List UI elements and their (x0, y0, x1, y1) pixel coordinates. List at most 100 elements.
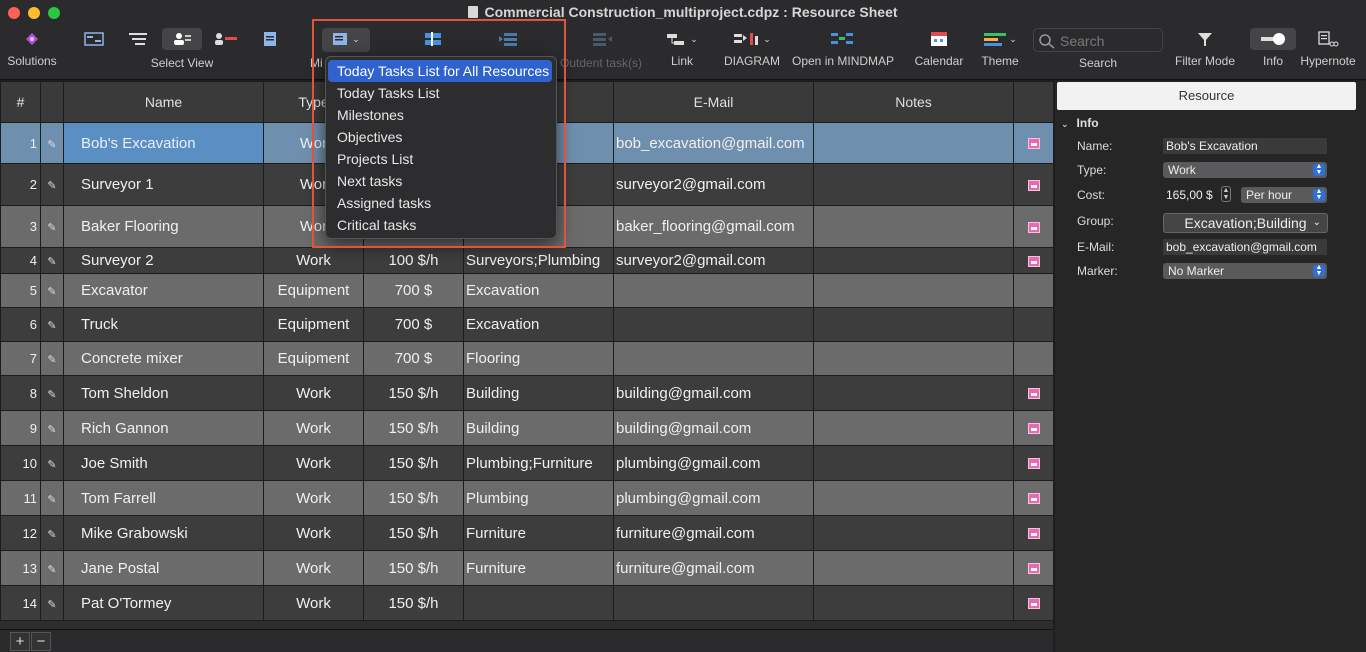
table-row[interactable]: 10 ✎ Joe Smith Work 150 $/h Plumbing;Furnitur… (0, 445, 1053, 481)
cell-cost[interactable]: 150 $/h (363, 410, 464, 446)
cell-cost[interactable]: 150 $/h (363, 480, 464, 516)
cell-calendar[interactable] (1013, 375, 1053, 411)
cell-group[interactable] (463, 585, 614, 621)
diagram-button[interactable]: ⌄ DIAGRAM (724, 28, 780, 72)
cell-indicator[interactable]: ✎ (40, 163, 64, 206)
cell-num[interactable]: 5 (0, 273, 41, 308)
menu-item[interactable]: Projects List (328, 148, 552, 170)
cell-calendar[interactable] (1013, 122, 1053, 164)
cell-email[interactable] (613, 307, 814, 342)
filter-mode-button[interactable]: Filter Mode (1172, 28, 1238, 72)
cell-num[interactable]: 3 (0, 205, 41, 248)
cell-calendar[interactable] (1013, 550, 1053, 586)
table-row[interactable]: 11 ✎ Tom Farrell Work 150 $/h Plumbing plumbin… (0, 480, 1053, 516)
cell-calendar[interactable] (1013, 585, 1053, 621)
column-header-indicator[interactable] (40, 81, 64, 123)
cell-indicator[interactable]: ✎ (40, 341, 64, 376)
cell-name[interactable]: Concrete mixer (63, 341, 264, 376)
theme-button[interactable]: ⌄ Theme (976, 28, 1024, 72)
cell-name[interactable]: Baker Flooring (63, 205, 264, 248)
cell-cost[interactable]: 150 $/h (363, 375, 464, 411)
cell-indicator[interactable]: ✎ (40, 550, 64, 586)
cell-group[interactable]: Building (463, 375, 614, 411)
cell-indicator[interactable]: ✎ (40, 247, 64, 274)
cell-num[interactable]: 8 (0, 375, 41, 411)
cell-notes[interactable] (813, 585, 1014, 621)
cell-indicator[interactable]: ✎ (40, 122, 64, 164)
cell-indicator[interactable]: ✎ (40, 273, 64, 308)
cell-group[interactable]: Building (463, 410, 614, 446)
cell-num[interactable]: 1 (0, 122, 41, 164)
table-row[interactable]: 12 ✎ Mike Grabowski Work 150 $/h Furniture fur… (0, 515, 1053, 551)
calendar-button[interactable]: Calendar (912, 28, 966, 72)
cell-calendar[interactable] (1013, 205, 1053, 248)
cell-calendar[interactable] (1013, 480, 1053, 516)
resource-calendar-icon[interactable] (1027, 598, 1040, 610)
cell-type[interactable]: Equipment (263, 273, 364, 308)
cell-num[interactable]: 14 (0, 585, 41, 621)
cell-type[interactable]: Work (263, 375, 364, 411)
cell-name[interactable]: Mike Grabowski (63, 515, 264, 551)
cell-indicator[interactable]: ✎ (40, 205, 64, 248)
email-field[interactable]: bob_excavation@gmail.com (1163, 239, 1327, 255)
cell-email[interactable]: building@gmail.com (613, 375, 814, 411)
tab-resource[interactable]: Resource (1057, 82, 1356, 110)
cell-notes[interactable] (813, 515, 1014, 551)
cell-notes[interactable] (813, 163, 1014, 206)
resource-calendar-icon[interactable] (1027, 493, 1040, 505)
table-row[interactable]: 4 ✎ Surveyor 2 Work 100 $/h Surveyors;Plumbin… (0, 247, 1053, 274)
cell-email[interactable]: surveyor2@gmail.com (613, 163, 814, 206)
column-header-email[interactable]: E-Mail (613, 81, 814, 123)
resource-calendar-icon[interactable] (1027, 423, 1040, 435)
cell-notes[interactable] (813, 247, 1014, 274)
lists-dropdown-button[interactable]: ⌄ (322, 28, 370, 52)
menu-item[interactable]: Objectives (328, 126, 552, 148)
add-resource-button[interactable]: + (10, 632, 30, 651)
cell-calendar[interactable] (1013, 445, 1053, 481)
resource-calendar-icon[interactable] (1027, 221, 1040, 233)
cell-type[interactable]: Equipment (263, 341, 364, 376)
cell-indicator[interactable]: ✎ (40, 307, 64, 342)
cell-email[interactable]: furniture@gmail.com (613, 515, 814, 551)
cell-cost[interactable]: 150 $/h (363, 515, 464, 551)
cell-calendar[interactable] (1013, 273, 1053, 308)
remove-resource-button[interactable]: − (31, 632, 51, 651)
cell-email[interactable]: baker_flooring@gmail.com (613, 205, 814, 248)
cell-email[interactable] (613, 273, 814, 308)
table-row[interactable]: 7 ✎ Concrete mixer Equipment 700 $ Flooring (0, 341, 1053, 376)
cell-num[interactable]: 4 (0, 247, 41, 274)
gantt-view-button[interactable] (82, 28, 106, 72)
cell-email[interactable]: surveyor2@gmail.com (613, 247, 814, 274)
cell-email[interactable] (613, 585, 814, 621)
cell-type[interactable]: Work (263, 445, 364, 481)
cell-email[interactable] (613, 341, 814, 376)
cell-type[interactable]: Equipment (263, 307, 364, 342)
cell-name[interactable]: Surveyor 2 (63, 247, 264, 274)
cell-type[interactable]: Work (263, 410, 364, 446)
cell-group[interactable]: Plumbing;Furniture (463, 445, 614, 481)
cell-type[interactable]: Work (263, 515, 364, 551)
cell-group[interactable]: Furniture (463, 515, 614, 551)
cell-type[interactable]: Work (263, 480, 364, 516)
cell-indicator[interactable]: ✎ (40, 445, 64, 481)
cell-cost[interactable]: 150 $/h (363, 585, 464, 621)
menu-item[interactable]: Critical tasks (328, 214, 552, 236)
cell-name[interactable]: Jane Postal (63, 550, 264, 586)
cell-calendar[interactable] (1013, 410, 1053, 446)
resource-calendar-icon[interactable] (1027, 528, 1040, 540)
cell-name[interactable]: Tom Sheldon (63, 375, 264, 411)
cell-type[interactable]: Work (263, 550, 364, 586)
resource-calendar-icon[interactable] (1027, 138, 1040, 150)
cell-notes[interactable] (813, 341, 1014, 376)
cell-num[interactable]: 12 (0, 515, 41, 551)
cell-group[interactable]: Furniture (463, 550, 614, 586)
cell-group[interactable]: Plumbing (463, 480, 614, 516)
table-row[interactable]: 8 ✎ Tom Sheldon Work 150 $/h Building building… (0, 375, 1053, 411)
cell-num[interactable]: 13 (0, 550, 41, 586)
cell-num[interactable]: 6 (0, 307, 41, 342)
table-row[interactable]: 6 ✎ Truck Equipment 700 $ Excavation (0, 307, 1053, 342)
cell-notes[interactable] (813, 307, 1014, 342)
cell-group[interactable]: Flooring (463, 341, 614, 376)
group-select[interactable]: Excavation;Building ⌄ (1163, 213, 1328, 233)
info-button[interactable]: Info (1250, 28, 1296, 72)
